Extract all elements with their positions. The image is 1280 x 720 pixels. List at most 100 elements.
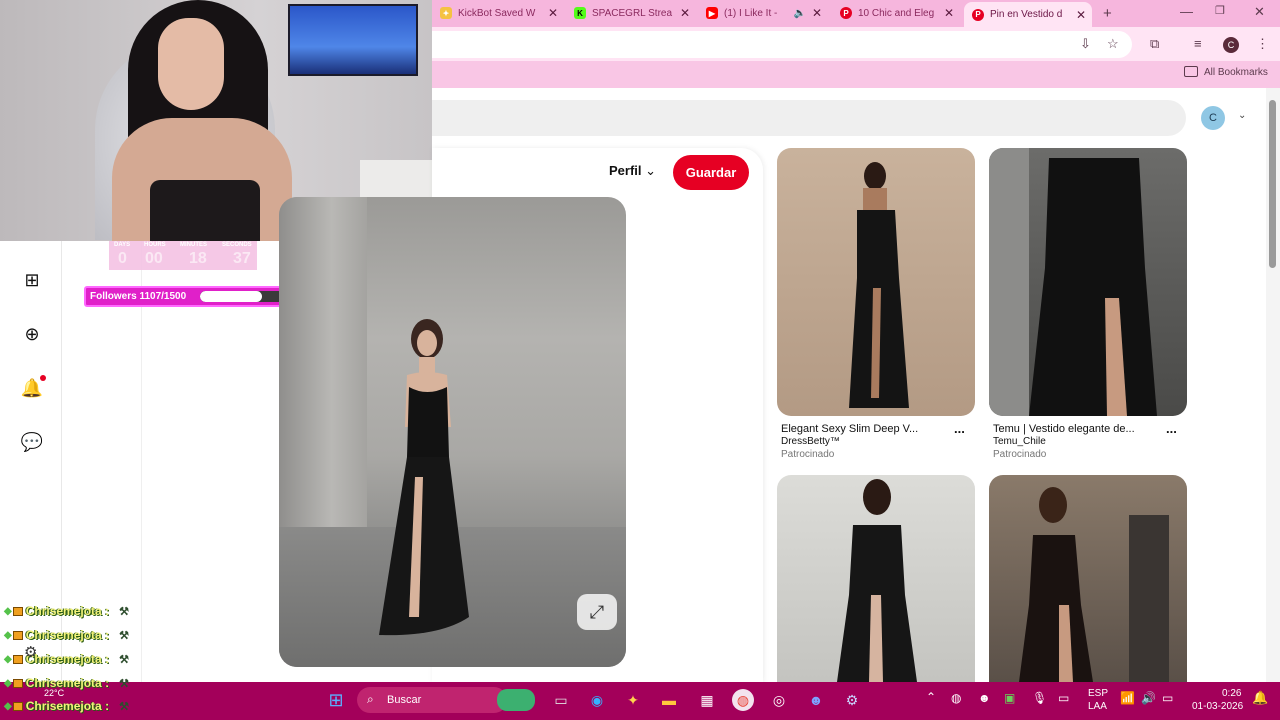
timer-hours: 00: [145, 250, 163, 267]
nvidia-icon[interactable]: ▣: [1004, 691, 1015, 705]
hammer-icon: ⚒: [119, 677, 129, 690]
timer-label-days: DAYS: [114, 242, 131, 248]
messages-icon[interactable]: 💬: [20, 430, 44, 454]
close-icon[interactable]: ✕: [680, 6, 690, 20]
grid-pin-2-title[interactable]: Temu | Vestido elegante de...: [993, 423, 1153, 435]
save-button[interactable]: Guardar: [673, 155, 749, 190]
windows-start-icon[interactable]: ⊞: [325, 689, 347, 711]
grid-pin-3-image[interactable]: [777, 475, 975, 682]
timer-label-hours: HOURS: [144, 242, 166, 248]
chest-badge-icon: [12, 630, 23, 640]
kickbot-icon: ✦: [440, 7, 452, 19]
settings-app-icon[interactable]: ⚙: [841, 689, 863, 711]
grid-pin-1-sponsored: Patrocinado: [781, 449, 835, 460]
microphone-icon[interactable]: 🎙: [1032, 691, 1047, 705]
battery-icon[interactable]: ▭: [1162, 691, 1173, 705]
tab-kickbot[interactable]: ✦ KickBot Saved W ✕: [440, 2, 558, 24]
close-icon[interactable]: ✕: [1076, 8, 1086, 22]
browser-profile-avatar[interactable]: C: [1223, 37, 1239, 53]
copilot-icon[interactable]: ✦: [622, 689, 644, 711]
tab-pinterest-active[interactable]: P Pin en Vestido d ✕: [964, 2, 1092, 27]
grid-pin-4-image[interactable]: [989, 475, 1187, 682]
search-highlight-icon[interactable]: [497, 689, 535, 711]
chat-line: ◆ Chrisemejota : ⚒: [4, 649, 129, 669]
tab-youtube[interactable]: ▶ (1) I Like It - 🔈 ✕: [706, 2, 822, 24]
pin-main-image[interactable]: [279, 197, 626, 667]
bookmark-star-icon[interactable]: ☆: [1107, 36, 1119, 52]
taskbar-search-placeholder: Buscar: [387, 694, 422, 706]
obs-icon[interactable]: ◎: [768, 689, 790, 711]
webcam-tv: [288, 4, 418, 76]
weather-temperature[interactable]: 22°C: [44, 688, 64, 698]
file-explorer-icon[interactable]: ▬: [658, 689, 680, 711]
restore-icon[interactable]: ❐: [1215, 4, 1225, 17]
edge-icon[interactable]: ◉: [586, 689, 608, 711]
window-close-icon[interactable]: ✕: [1254, 4, 1265, 20]
chevron-up-icon[interactable]: ⌃: [926, 690, 936, 704]
install-app-icon[interactable]: ⇩: [1080, 36, 1091, 52]
pinterest-search-bar[interactable]: [432, 100, 1186, 136]
media-controls-icon[interactable]: ≡: [1194, 36, 1202, 51]
display-icon[interactable]: ▭: [1058, 691, 1069, 705]
taskbar-search[interactable]: [357, 687, 507, 713]
perfil-dropdown[interactable]: Perfil ⌄: [609, 163, 656, 179]
stream-timer: DAYS HOURS MINUTES SECONDS 0 00 18 37: [109, 241, 257, 270]
bookmarks-bar: [432, 61, 1280, 88]
notifications-center-icon[interactable]: 🔔: [1252, 690, 1268, 706]
tab-spacegrl[interactable]: K SPACEGRL Strea ✕: [574, 2, 690, 24]
scrollbar-thumb[interactable]: [1269, 100, 1276, 268]
diamond-badge-icon: ◆: [4, 653, 12, 665]
timer-minutes: 18: [189, 250, 207, 267]
create-icon[interactable]: ⊕: [20, 322, 44, 346]
chest-badge-icon: [12, 678, 23, 688]
all-bookmarks-link[interactable]: All Bookmarks: [1204, 67, 1268, 78]
more-options-icon[interactable]: ...: [1166, 421, 1177, 436]
url-field[interactable]: [432, 31, 1132, 58]
discord-icon[interactable]: ☻: [805, 689, 827, 711]
chest-badge-icon: [12, 654, 23, 664]
chat-username: Chrisemejota :: [25, 699, 110, 713]
close-icon[interactable]: ✕: [944, 6, 954, 20]
clock-date[interactable]: 01-03-2026: [1192, 701, 1243, 712]
language-top[interactable]: ESP: [1088, 688, 1108, 699]
grid-pin-4-model: [1019, 487, 1169, 682]
diamond-badge-icon: ◆: [4, 700, 12, 712]
tab-pinterest-1[interactable]: P 10 Chic and Eleg ✕: [840, 2, 954, 24]
grid-pin-1-source[interactable]: DressBetty™: [781, 436, 840, 447]
browser-menu-icon[interactable]: ⋮: [1256, 36, 1269, 52]
followers-goal-widget: Followers 1107/1500: [84, 286, 286, 307]
close-icon[interactable]: ✕: [548, 6, 558, 20]
chevron-down-icon: ⌄: [645, 163, 657, 178]
grid-pin-1-image[interactable]: [777, 148, 975, 416]
chevron-down-icon[interactable]: ⌄: [1238, 110, 1246, 121]
grid-pin-1-title[interactable]: Elegant Sexy Slim Deep V...: [781, 423, 941, 435]
wifi-icon[interactable]: 📶: [1120, 691, 1135, 705]
clock-time[interactable]: 0:26: [1222, 688, 1241, 699]
expand-icon[interactable]: ⤢: [577, 594, 617, 630]
timer-label-minutes: MINUTES: [180, 242, 207, 248]
close-icon[interactable]: ✕: [812, 6, 822, 20]
chrome-icon[interactable]: ◍: [732, 689, 754, 711]
app-tray-icon[interactable]: ◍: [951, 691, 961, 705]
grid-pin-2-image[interactable]: [989, 148, 1187, 416]
settings-icon[interactable]: ⚙: [24, 643, 37, 661]
hammer-icon: ⚒: [119, 653, 129, 666]
task-view-icon[interactable]: ▭: [550, 689, 572, 711]
boards-icon[interactable]: ⊞: [20, 268, 44, 292]
followers-progress-track: [200, 291, 284, 302]
youtube-icon: ▶: [706, 7, 718, 19]
mute-icon[interactable]: 🔈: [793, 8, 805, 19]
folder-icon: [1184, 66, 1198, 77]
notification-dot: [40, 375, 46, 381]
more-options-icon[interactable]: ...: [954, 421, 965, 436]
discord-tray-icon[interactable]: ☻: [978, 691, 991, 705]
volume-icon[interactable]: 🔊: [1141, 691, 1156, 705]
minimize-icon[interactable]: —: [1180, 4, 1193, 19]
grid-pin-2-source[interactable]: Temu_Chile: [993, 436, 1046, 447]
pinterest-avatar[interactable]: C: [1201, 106, 1225, 130]
new-tab-button[interactable]: +: [1103, 5, 1112, 22]
language-bottom[interactable]: LAA: [1088, 701, 1107, 712]
extensions-icon[interactable]: ⧉: [1150, 36, 1159, 52]
webcam-top: [150, 180, 260, 241]
microsoft-store-icon[interactable]: ▦: [696, 689, 718, 711]
